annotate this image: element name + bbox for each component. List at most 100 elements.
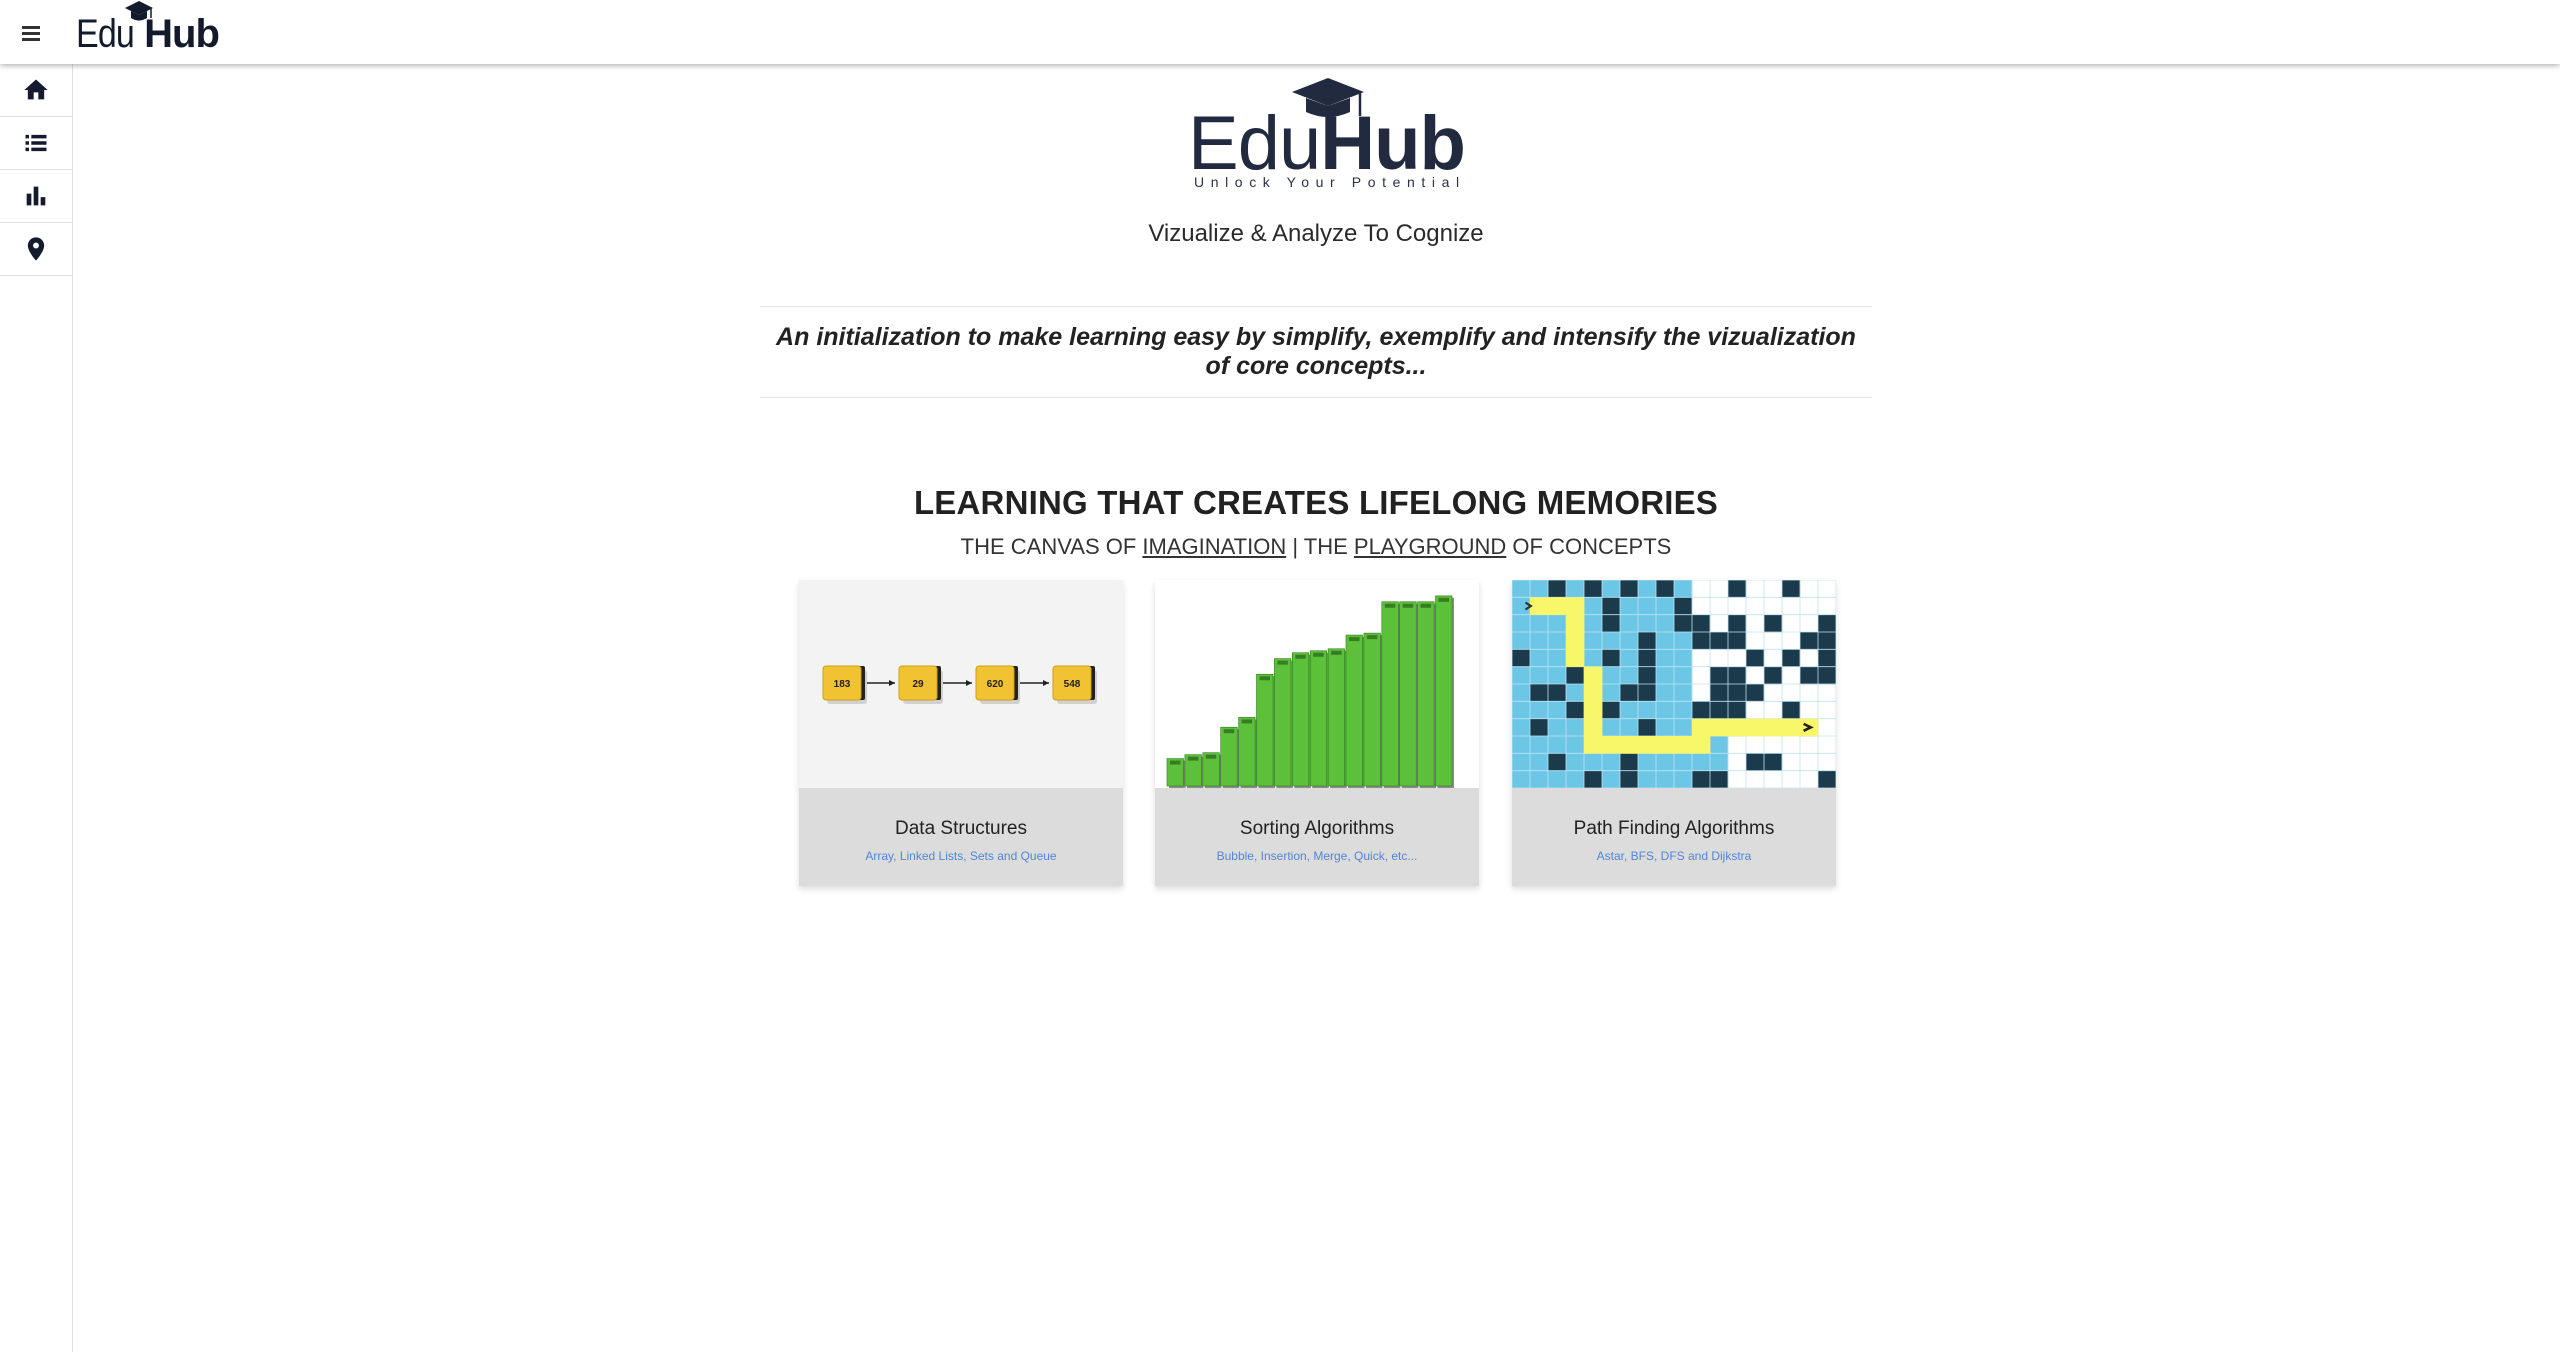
app-bar: Edu Hub — [0, 0, 2560, 64]
grid-wall-cell — [1566, 701, 1585, 719]
list-node: 620 — [975, 665, 1020, 704]
grid-visited-cell — [1674, 666, 1693, 685]
card-sorting-algorithms[interactable]: Sorting Algorithms Bubble, Insertion, Me… — [1155, 580, 1479, 886]
grid-wall-cell — [1728, 666, 1747, 685]
sort-bar — [1399, 601, 1419, 788]
grid-path-cell — [1584, 718, 1603, 737]
grid-path-cell — [1656, 736, 1675, 754]
grid-visited-cell — [1530, 753, 1549, 771]
grid-wall-cell — [1800, 666, 1819, 685]
grid-wall-cell — [1602, 614, 1621, 633]
grid-path-cell — [1548, 597, 1567, 615]
sort-bar — [1274, 658, 1293, 788]
grid-visited-cell — [1638, 580, 1657, 598]
grid-visited-cell — [1674, 718, 1693, 737]
grid-path-cell — [1584, 736, 1603, 754]
grid-visited-cell — [1674, 770, 1693, 788]
grid-wall-cell — [1692, 701, 1711, 719]
grid-wall-cell — [1692, 632, 1711, 650]
grid-visited-cell — [1620, 649, 1639, 667]
grid-path-cell — [1764, 718, 1783, 737]
sidebar-item-home[interactable] — [0, 64, 72, 117]
grid-visited-cell — [1674, 684, 1693, 702]
grid-visited-cell — [1674, 649, 1693, 667]
grid-visited-cell — [1620, 666, 1639, 685]
grid-wall-cell — [1638, 632, 1657, 650]
grid-visited-cell — [1620, 718, 1639, 737]
grid-wall-cell — [1710, 666, 1729, 685]
grid-wall-cell — [1710, 701, 1729, 719]
sidebar-item-location[interactable] — [0, 223, 72, 276]
grid-wall-cell — [1692, 614, 1711, 633]
grid-wall-cell — [1674, 614, 1693, 633]
sidebar-item-list[interactable] — [0, 117, 72, 170]
grid-visited-cell — [1656, 614, 1675, 633]
grid-wall-cell — [1512, 649, 1531, 667]
brand-text-bold: Hub — [144, 12, 220, 56]
grid-visited-cell — [1638, 597, 1657, 615]
imagination-link[interactable]: IMAGINATION — [1142, 534, 1286, 559]
sidebar-item-chart[interactable] — [0, 170, 72, 223]
grid-visited-cell — [1638, 614, 1657, 633]
card-title: Sorting Algorithms — [1239, 818, 1395, 839]
graduation-cap-icon — [1292, 78, 1364, 117]
grid-visited-cell — [1512, 580, 1531, 598]
grid-wall-cell — [1584, 580, 1603, 598]
grid-wall-cell — [1602, 649, 1621, 667]
list-node-value: 29 — [912, 679, 924, 690]
grid-visited-cell — [1620, 632, 1639, 650]
home-icon — [24, 79, 48, 100]
grid-wall-cell — [1620, 684, 1639, 702]
card-subtitle[interactable]: Bubble, Insertion, Merge, Quick, etc... — [1155, 849, 1479, 863]
grid-visited-cell — [1638, 770, 1657, 788]
grid-visited-cell — [1548, 736, 1567, 754]
sort-bar — [1256, 673, 1275, 788]
grid-visited-cell — [1566, 580, 1585, 598]
section-headline: LEARNING THAT CREATES LIFELONG MEMORIES — [913, 484, 1719, 521]
grid-visited-cell — [1512, 684, 1531, 702]
grid-wall-cell — [1818, 614, 1836, 633]
grid-visited-cell — [1530, 736, 1549, 754]
grid-wall-cell — [1620, 580, 1639, 598]
list-node-value: 183 — [834, 679, 851, 690]
list-node: 548 — [1052, 665, 1097, 704]
grid-visited-cell — [1530, 614, 1549, 633]
list-node: 29 — [898, 665, 943, 704]
card-subtitle[interactable]: Array, Linked Lists, Sets and Queue — [799, 849, 1123, 863]
grid-visited-cell — [1620, 701, 1639, 719]
grid-visited-cell — [1620, 614, 1639, 633]
grid-wall-cell — [1638, 684, 1657, 702]
section-subheadline: THE CANVAS OF IMAGINATION | THE PLAYGROU… — [760, 534, 1872, 560]
grid-visited-cell — [1674, 701, 1693, 719]
grid-visited-cell — [1512, 666, 1531, 685]
grid-path-cell — [1674, 736, 1693, 754]
grid-wall-cell — [1728, 701, 1747, 719]
grid-visited-cell — [1710, 753, 1729, 771]
grid-path-cell — [1692, 718, 1711, 737]
grid-path-cell — [1782, 718, 1801, 737]
sorting-bars-thumbnail — [1155, 580, 1479, 788]
card-path-finding-algorithms[interactable]: Path Finding Algorithms Astar, BFS, DFS … — [1512, 580, 1836, 886]
grid-visited-cell — [1602, 580, 1621, 598]
grid-visited-cell — [1512, 597, 1531, 615]
brand-logo[interactable]: Edu Hub — [76, 0, 220, 60]
grid-visited-cell — [1548, 632, 1567, 650]
grid-path-cell — [1584, 666, 1603, 685]
hamburger-menu-icon[interactable] — [14, 16, 48, 48]
subhead-suffix: OF CONCEPTS — [1506, 534, 1672, 559]
grid-path-cell — [1692, 736, 1711, 754]
grid-wall-cell — [1764, 614, 1783, 633]
grid-path-cell — [1566, 597, 1585, 615]
card-subtitle[interactable]: Astar, BFS, DFS and Dijkstra — [1512, 849, 1836, 863]
playground-link[interactable]: PLAYGROUND — [1354, 534, 1506, 559]
location-pin-icon — [27, 237, 45, 261]
grid-wall-cell — [1602, 597, 1621, 615]
card-data-structures[interactable]: 183 29 620 548 Data Structures Array, Linke… — [799, 580, 1123, 886]
sort-bar — [1238, 717, 1258, 788]
grid-visited-cell — [1548, 649, 1567, 667]
grid-visited-cell — [1656, 632, 1675, 650]
grid-visited-cell — [1512, 718, 1531, 737]
sort-bar — [1435, 595, 1454, 788]
grid-visited-cell — [1530, 580, 1549, 598]
card-title: Path Finding Algorithms — [1573, 818, 1775, 839]
